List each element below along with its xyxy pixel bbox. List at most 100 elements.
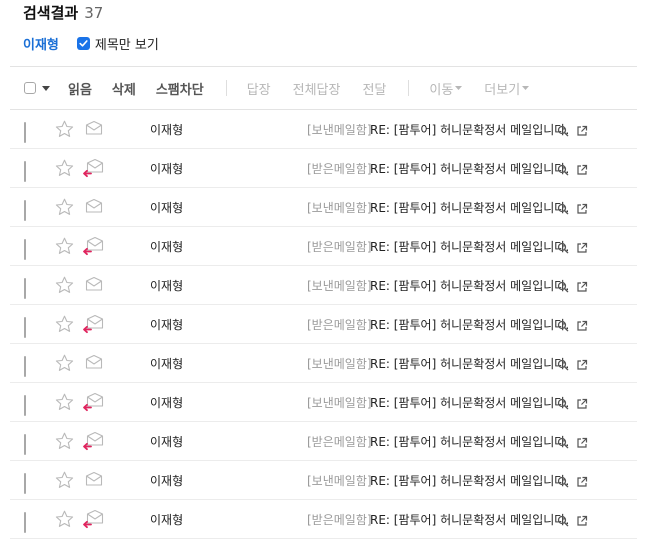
- envelope-icon[interactable]: [85, 276, 103, 296]
- star-icon[interactable]: [55, 510, 74, 532]
- search-icon[interactable]: [557, 317, 569, 336]
- star-icon[interactable]: [55, 354, 74, 376]
- search-icon[interactable]: [557, 434, 569, 453]
- star-icon[interactable]: [55, 393, 74, 415]
- result-count: 37: [84, 4, 104, 22]
- mailbox-folder: [보낸메일함]: [307, 357, 372, 371]
- open-new-window-icon[interactable]: [576, 317, 588, 336]
- open-new-window-icon[interactable]: [576, 200, 588, 219]
- search-icon[interactable]: [557, 161, 569, 180]
- mail-subject[interactable]: RE: [팜투어] 허니문확정서 메일입니다.: [370, 511, 569, 528]
- mail-subject[interactable]: RE: [팜투어] 허니문확정서 메일입니다.: [370, 472, 569, 489]
- open-new-window-icon[interactable]: [576, 434, 588, 453]
- open-new-window-icon[interactable]: [576, 473, 588, 492]
- open-new-window-icon[interactable]: [576, 395, 588, 414]
- check-icon: [79, 39, 88, 47]
- star-icon[interactable]: [55, 432, 74, 454]
- page-title: 검색결과: [23, 4, 79, 22]
- replied-envelope-icon[interactable]: [82, 236, 104, 260]
- mail-subject[interactable]: RE: [팜투어] 허니문확정서 메일입니다.: [370, 394, 569, 411]
- mail-row[interactable]: 이재형 [보낸메일함] RE: [팜투어] 허니문확정서 메일입니다.: [10, 266, 637, 305]
- row-checkbox[interactable]: [24, 434, 26, 455]
- title-only-checkbox[interactable]: [76, 36, 90, 50]
- replied-envelope-icon[interactable]: [82, 392, 104, 416]
- mail-subject[interactable]: RE: [팜투어] 허니문확정서 메일입니다.: [370, 355, 569, 372]
- mailbox-folder: [보낸메일함]: [307, 279, 372, 293]
- mailbox-folder: [받은메일함]: [307, 513, 372, 527]
- mail-list: 이재형 [보낸메일함] RE: [팜투어] 허니문확정서 메일입니다. 이재형 …: [10, 110, 637, 539]
- open-new-window-icon[interactable]: [576, 278, 588, 297]
- row-checkbox[interactable]: [24, 356, 26, 377]
- mail-subject[interactable]: RE: [팜투어] 허니문확정서 메일입니다.: [370, 433, 569, 450]
- mail-row[interactable]: 이재형 [받은메일함] RE: [팜투어] 허니문확정서 메일입니다.: [10, 149, 637, 188]
- row-checkbox[interactable]: [24, 161, 26, 182]
- mail-subject[interactable]: RE: [팜투어] 허니문확정서 메일입니다.: [370, 277, 569, 294]
- mail-row[interactable]: 이재형 [보낸메일함] RE: [팜투어] 허니문확정서 메일입니다.: [10, 461, 637, 500]
- search-icon[interactable]: [557, 278, 569, 297]
- open-new-window-icon[interactable]: [576, 239, 588, 258]
- search-icon[interactable]: [557, 473, 569, 492]
- mail-subject[interactable]: RE: [팜투어] 허니문확정서 메일입니다.: [370, 121, 569, 138]
- spam-block-button[interactable]: 스팸차단: [156, 79, 204, 98]
- mail-row[interactable]: 이재형 [받은메일함] RE: [팜투어] 허니문확정서 메일입니다.: [10, 500, 637, 539]
- envelope-icon[interactable]: [85, 471, 103, 491]
- row-checkbox[interactable]: [24, 122, 26, 143]
- sender-filter-link[interactable]: 이재형: [23, 34, 59, 53]
- row-checkbox[interactable]: [24, 512, 26, 533]
- search-icon[interactable]: [557, 512, 569, 531]
- star-icon[interactable]: [55, 120, 74, 142]
- open-new-window-icon[interactable]: [576, 512, 588, 531]
- caret-down-icon: [455, 86, 463, 90]
- mail-subject[interactable]: RE: [팜투어] 허니문확정서 메일입니다.: [370, 316, 569, 333]
- envelope-icon[interactable]: [85, 120, 103, 140]
- open-new-window-icon[interactable]: [576, 122, 588, 141]
- row-checkbox[interactable]: [24, 395, 26, 416]
- replied-envelope-icon[interactable]: [82, 431, 104, 455]
- delete-button[interactable]: 삭제: [112, 79, 136, 98]
- more-dropdown[interactable]: 더보기: [484, 79, 530, 98]
- star-icon[interactable]: [55, 237, 74, 259]
- mail-subject[interactable]: RE: [팜투어] 허니문확정서 메일입니다.: [370, 238, 569, 255]
- envelope-icon[interactable]: [85, 198, 103, 218]
- mail-row[interactable]: 이재형 [보낸메일함] RE: [팜투어] 허니문확정서 메일입니다.: [10, 344, 637, 383]
- mail-row[interactable]: 이재형 [보낸메일함] RE: [팜투어] 허니문확정서 메일입니다.: [10, 188, 637, 227]
- move-dropdown[interactable]: 이동: [429, 79, 463, 98]
- sender-name: 이재형: [150, 396, 184, 410]
- star-icon[interactable]: [55, 276, 74, 298]
- row-checkbox[interactable]: [24, 473, 26, 494]
- forward-button[interactable]: 전달: [362, 79, 386, 98]
- replied-envelope-icon[interactable]: [82, 158, 104, 182]
- select-all-checkbox[interactable]: [24, 82, 36, 94]
- star-icon[interactable]: [55, 198, 74, 220]
- mail-row[interactable]: 이재형 [보낸메일함] RE: [팜투어] 허니문확정서 메일입니다.: [10, 110, 637, 149]
- mail-row[interactable]: 이재형 [받은메일함] RE: [팜투어] 허니문확정서 메일입니다.: [10, 227, 637, 266]
- reply-all-button[interactable]: 전체답장: [293, 79, 341, 98]
- star-icon[interactable]: [55, 471, 74, 493]
- mail-subject[interactable]: RE: [팜투어] 허니문확정서 메일입니다.: [370, 199, 569, 216]
- title-only-label[interactable]: 제목만 보기: [95, 34, 159, 53]
- sender-name: 이재형: [150, 240, 184, 254]
- open-new-window-icon[interactable]: [576, 356, 588, 375]
- star-icon[interactable]: [55, 159, 74, 181]
- mark-read-button[interactable]: 읽음: [68, 79, 92, 98]
- row-checkbox[interactable]: [24, 317, 26, 338]
- mail-row[interactable]: 이재형 [보낸메일함] RE: [팜투어] 허니문확정서 메일입니다.: [10, 383, 637, 422]
- replied-envelope-icon[interactable]: [82, 314, 104, 338]
- envelope-icon[interactable]: [85, 354, 103, 374]
- search-icon[interactable]: [557, 395, 569, 414]
- star-icon[interactable]: [55, 315, 74, 337]
- search-icon[interactable]: [557, 200, 569, 219]
- row-checkbox[interactable]: [24, 278, 26, 299]
- open-new-window-icon[interactable]: [576, 161, 588, 180]
- search-icon[interactable]: [557, 239, 569, 258]
- mail-row[interactable]: 이재형 [받은메일함] RE: [팜투어] 허니문확정서 메일입니다.: [10, 422, 637, 461]
- mail-row[interactable]: 이재형 [받은메일함] RE: [팜투어] 허니문확정서 메일입니다.: [10, 305, 637, 344]
- mail-subject[interactable]: RE: [팜투어] 허니문확정서 메일입니다.: [370, 160, 569, 177]
- search-icon[interactable]: [557, 122, 569, 141]
- row-checkbox[interactable]: [24, 239, 26, 260]
- replied-envelope-icon[interactable]: [82, 509, 104, 533]
- row-checkbox[interactable]: [24, 200, 26, 221]
- search-icon[interactable]: [557, 356, 569, 375]
- reply-button[interactable]: 답장: [247, 79, 271, 98]
- select-menu-dropdown[interactable]: [42, 85, 50, 91]
